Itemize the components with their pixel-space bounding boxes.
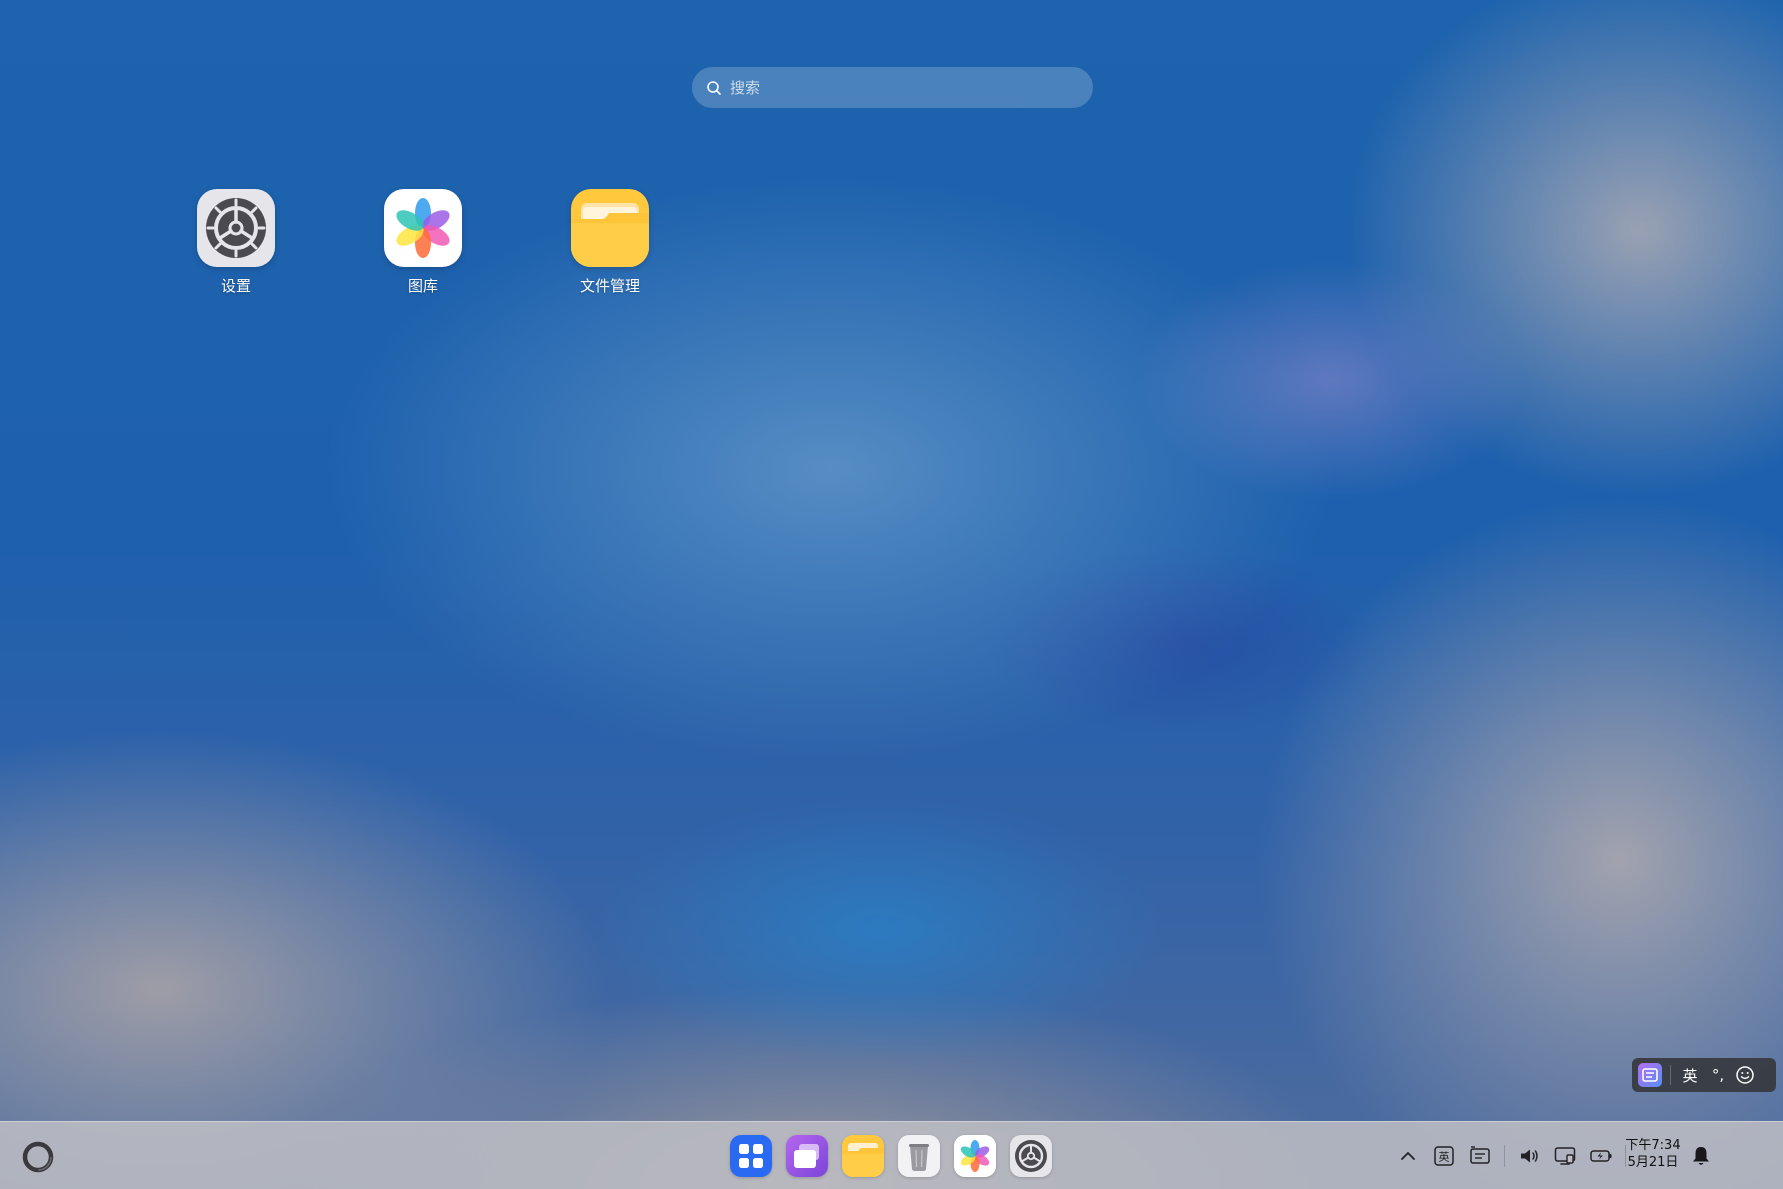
ime-toolbar[interactable]: 英 °,: [1632, 1058, 1776, 1092]
volume-icon: [1521, 1149, 1538, 1163]
dock: [730, 1135, 1052, 1177]
ring-icon: [22, 1141, 54, 1173]
battery-icon: [1590, 1150, 1612, 1162]
ime-language-toggle[interactable]: 英: [1679, 1065, 1701, 1086]
settings-gear-icon: [1010, 1135, 1052, 1177]
tray-volume[interactable]: [1517, 1144, 1541, 1168]
smiley-icon[interactable]: [1735, 1065, 1755, 1085]
tray-battery[interactable]: [1589, 1144, 1613, 1168]
settings-gear-icon: [197, 189, 275, 267]
dock-file-manager[interactable]: [842, 1135, 884, 1177]
desktop-app-gallery[interactable]: 图库: [353, 189, 493, 299]
keyboard-icon: [1470, 1146, 1490, 1164]
desktop-app-settings[interactable]: 设置: [166, 189, 306, 299]
app-label-file-manager: 文件管理: [579, 277, 640, 295]
dock-gallery[interactable]: [954, 1135, 996, 1177]
folder-icon: [842, 1135, 884, 1177]
start-button[interactable]: [20, 1139, 56, 1175]
svg-text:英: 英: [1439, 1150, 1450, 1164]
taskbar: 英 下午7:34 5月21日: [0, 1121, 1783, 1189]
trash-icon: [898, 1135, 940, 1177]
gallery-flower-icon: [384, 189, 462, 267]
tray-input-method[interactable]: 英: [1432, 1144, 1456, 1168]
gallery-flower-icon: [954, 1135, 996, 1177]
multitask-icon: [786, 1135, 828, 1177]
app-label-gallery: 图库: [407, 277, 438, 295]
search-input[interactable]: [728, 77, 1062, 98]
tray-keyboard[interactable]: [1468, 1144, 1492, 1168]
ime-divider: [1670, 1065, 1671, 1085]
ime-logo-icon[interactable]: [1638, 1063, 1662, 1087]
search-icon: [707, 80, 721, 95]
desktop: 设置 图库: [0, 0, 1783, 1189]
system-tray: 英: [1396, 1144, 1626, 1168]
clock-time: 下午7:34: [1625, 1138, 1681, 1153]
folder-icon: [571, 189, 649, 267]
input-method-icon: 英: [1434, 1146, 1454, 1166]
tray-display[interactable]: [1553, 1144, 1577, 1168]
desktop-app-file-manager[interactable]: 文件管理: [540, 189, 680, 299]
tray-divider: [1504, 1145, 1505, 1167]
notification-button[interactable]: [1690, 1144, 1712, 1168]
app-grid-icon: [730, 1135, 772, 1177]
dock-app-grid[interactable]: [730, 1135, 772, 1177]
search-bar[interactable]: [692, 67, 1093, 108]
clock-date: 5月21日: [1627, 1155, 1679, 1170]
bell-icon: [1693, 1147, 1709, 1165]
dock-settings[interactable]: [1010, 1135, 1052, 1177]
display-icon: [1554, 1147, 1576, 1165]
tray-expand[interactable]: [1396, 1144, 1420, 1168]
dock-multitask[interactable]: [786, 1135, 828, 1177]
clock[interactable]: 下午7:34 5月21日: [1616, 1137, 1690, 1171]
chevron-up-icon: [1401, 1152, 1415, 1160]
app-label-settings: 设置: [220, 277, 251, 295]
dock-trash[interactable]: [898, 1135, 940, 1177]
ime-punctuation-toggle[interactable]: °,: [1701, 1066, 1735, 1084]
